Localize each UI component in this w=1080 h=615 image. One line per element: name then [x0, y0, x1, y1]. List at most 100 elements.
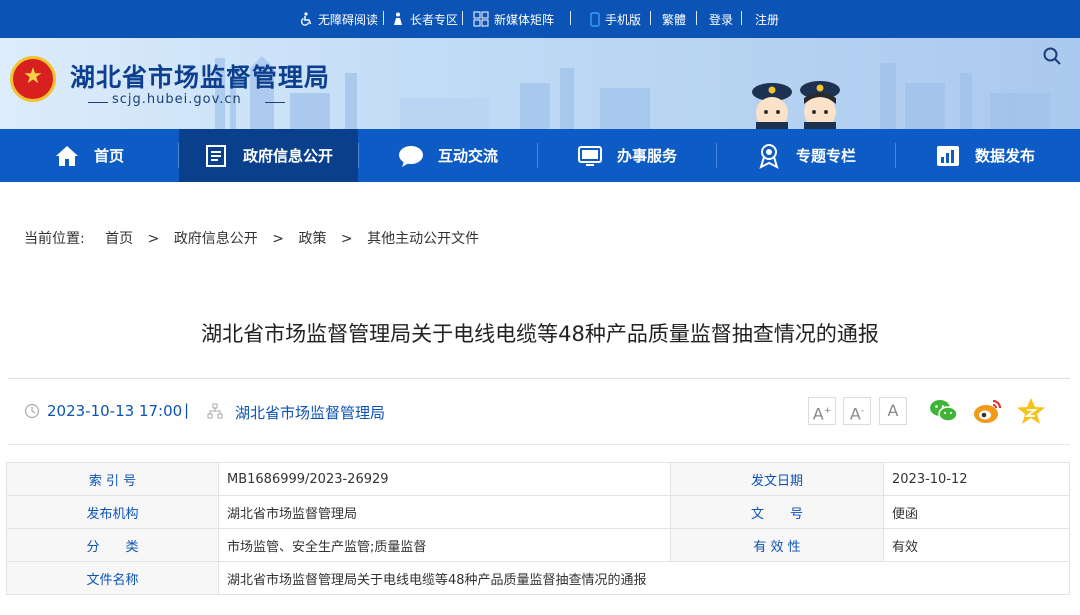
- divider: [650, 11, 651, 25]
- breadcrumb-policy[interactable]: 政策: [298, 231, 326, 247]
- document-icon: [206, 144, 226, 167]
- phone-icon: [590, 11, 600, 27]
- nav-item-interaction[interactable]: 互动交流: [398, 129, 528, 182]
- breadcrumb-gov-info[interactable]: 政府信息公开: [174, 231, 258, 247]
- divider: [537, 143, 538, 168]
- breadcrumb-separator: >: [272, 231, 284, 247]
- breadcrumb-separator: >: [340, 231, 353, 247]
- top-utility-bar: 无障碍阅读 长者专区 新媒体矩阵 手机版 繁體 登录 注册: [0, 0, 1080, 38]
- table-row: 文件名称 湖北省市场监督管理局关于电线电缆等48种产品质量监督抽查情况的通报: [6, 561, 1070, 595]
- label-validity: 有 效 性: [670, 528, 884, 562]
- breadcrumb-separator: >: [147, 231, 160, 247]
- font-size-decrease-button[interactable]: A-: [843, 397, 871, 425]
- nav-item-services[interactable]: 办事服务: [577, 129, 707, 182]
- weibo-icon[interactable]: [972, 397, 1002, 425]
- divider: [265, 102, 285, 103]
- media-matrix-link[interactable]: 新媒体矩阵: [473, 0, 554, 38]
- home-icon: [56, 145, 78, 166]
- wheelchair-icon: [301, 12, 312, 26]
- label-publisher: 发布机构: [6, 495, 219, 529]
- font-size-increase-button[interactable]: A+: [808, 397, 836, 425]
- chart-icon: [937, 145, 959, 166]
- divider: [895, 143, 896, 168]
- label-document-number: 文 号: [670, 495, 884, 529]
- value-index-number: MB1686999/2023-26929: [218, 462, 671, 496]
- login-link[interactable]: 登录: [709, 0, 733, 38]
- breadcrumb: 当前位置: 首页 > 政府信息公开 > 政策 > 其他主动公开文件: [24, 228, 489, 248]
- nav-item-label: 专题专栏: [796, 147, 857, 165]
- clock-icon: [24, 403, 40, 419]
- divider: [8, 378, 1070, 379]
- label-category: 分 类: [6, 528, 219, 562]
- media-matrix-label: 新媒体矩阵: [494, 12, 555, 27]
- value-category: 市场监管、安全生产监管;质量监督: [218, 528, 671, 562]
- traditional-chinese-label: 繁體: [662, 12, 687, 27]
- divider: [462, 11, 463, 25]
- monitor-icon: [578, 145, 602, 166]
- breadcrumb-home[interactable]: 首页: [105, 231, 133, 247]
- divider: [696, 11, 697, 25]
- search-icon[interactable]: [1042, 46, 1062, 66]
- value-document-number: 便函: [883, 495, 1070, 529]
- elderly-link[interactable]: 长者专区: [392, 0, 458, 38]
- nav-item-label: 首页: [94, 147, 125, 165]
- value-file-name: 湖北省市场监督管理局关于电线电缆等48种产品质量监督抽查情况的通报: [218, 561, 1070, 595]
- label-file-name: 文件名称: [6, 561, 219, 595]
- mascot-officers: [752, 81, 840, 129]
- mobile-link[interactable]: 手机版: [590, 0, 641, 38]
- nav-item-label: 互动交流: [438, 147, 499, 165]
- font-size-reset-button[interactable]: A: [879, 397, 907, 425]
- wechat-icon[interactable]: [929, 397, 959, 425]
- article-title: 湖北省市场监督管理局关于电线电缆等48种产品质量监督抽查情况的通报: [201, 322, 879, 346]
- login-label: 登录: [709, 12, 734, 27]
- site-title[interactable]: 湖北省市场监督管理局: [70, 58, 330, 94]
- publish-source: 湖北省市场监督管理局: [235, 404, 386, 422]
- nav-item-label: 办事服务: [617, 147, 678, 165]
- organization-icon: [207, 403, 223, 419]
- meta-divider: |: [184, 401, 190, 419]
- divider: [358, 143, 359, 168]
- table-row: 分 类 市场监管、安全生产监管;质量监督 有 效 性 有效: [6, 528, 1070, 562]
- divider: [8, 444, 1070, 445]
- site-domain: scjg.hubei.gov.cn: [112, 92, 242, 107]
- nav-item-label: 政府信息公开: [243, 147, 334, 165]
- document-info-table: 索 引 号 MB1686999/2023-26929 发文日期 2023-10-…: [6, 462, 1070, 595]
- mobile-label: 手机版: [605, 12, 642, 27]
- divider: [88, 102, 108, 103]
- font-button-label: A: [887, 401, 899, 420]
- table-row: 索 引 号 MB1686999/2023-26929 发文日期 2023-10-…: [6, 462, 1070, 496]
- breadcrumb-other-files[interactable]: 其他主动公开文件: [367, 231, 479, 247]
- divider: [383, 11, 384, 25]
- nav-item-data-release[interactable]: 数据发布: [935, 129, 1065, 182]
- divider: [741, 11, 742, 25]
- font-button-label: A: [812, 404, 824, 424]
- value-validity: 有效: [883, 528, 1070, 562]
- nav-item-special-topics[interactable]: 专题专栏: [756, 129, 886, 182]
- value-issue-date: 2023-10-12: [883, 462, 1070, 496]
- nav-item-home[interactable]: 首页: [54, 129, 144, 182]
- chat-icon: [399, 145, 423, 167]
- nav-item-gov-info[interactable]: 政府信息公开: [179, 129, 358, 182]
- plus-icon: +: [823, 406, 832, 416]
- elderly-label: 长者专区: [410, 12, 459, 27]
- value-publisher: 湖北省市场监督管理局: [218, 495, 671, 529]
- breadcrumb-prefix: 当前位置:: [24, 231, 85, 247]
- elderly-icon: [394, 12, 402, 25]
- accessibility-label: 无障碍阅读: [318, 12, 379, 27]
- national-emblem-logo: [10, 56, 56, 102]
- divider: [570, 11, 571, 25]
- traditional-chinese-link[interactable]: 繁體: [662, 0, 686, 38]
- qzone-icon[interactable]: [1016, 397, 1046, 425]
- divider: [716, 143, 717, 168]
- register-label: 注册: [755, 12, 780, 27]
- accessibility-link[interactable]: 无障碍阅读: [299, 0, 378, 38]
- register-link[interactable]: 注册: [755, 0, 779, 38]
- table-row: 发布机构 湖北省市场监督管理局 文 号 便函: [6, 495, 1070, 529]
- grid-icon: [473, 11, 489, 27]
- label-issue-date: 发文日期: [670, 462, 884, 496]
- header-banner: 湖北省市场监督管理局 scjg.hubei.gov.cn: [0, 38, 1080, 129]
- nav-item-label: 数据发布: [975, 147, 1036, 165]
- medal-icon: [759, 143, 779, 169]
- publish-datetime: 2023-10-13 17:00: [47, 402, 183, 420]
- main-navigation: 首页 政府信息公开 互动交流 办事服务 专题专栏 数据发布: [0, 129, 1080, 182]
